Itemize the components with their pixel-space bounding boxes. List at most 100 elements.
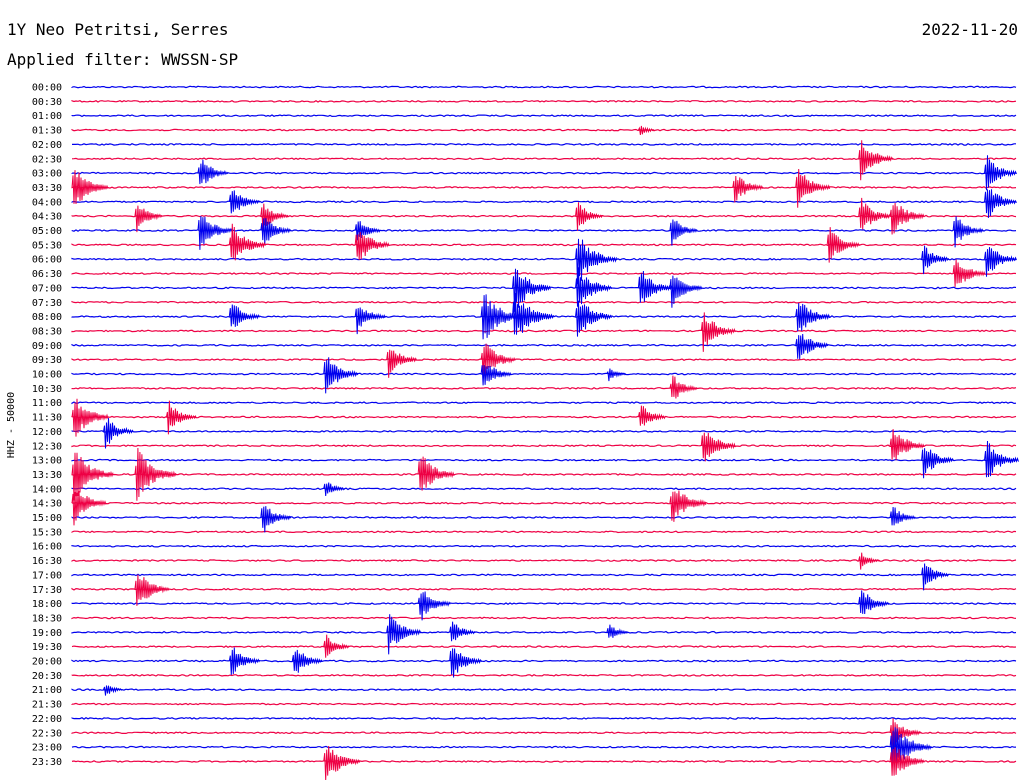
event-burst: [700, 432, 736, 462]
trace-row: [71, 716, 1017, 720]
trace-row: [71, 272, 1017, 275]
trace-row: [71, 673, 1017, 677]
event-burst: [260, 218, 292, 245]
row-label: 15:00: [32, 513, 62, 524]
row-label: 09:30: [32, 355, 62, 366]
event-burst: [134, 205, 163, 233]
trace-row: [71, 487, 1017, 491]
row-label: 22:30: [32, 728, 62, 739]
event-burst: [228, 647, 260, 675]
row-label: 09:00: [32, 341, 62, 352]
row-label: 14:30: [32, 499, 62, 510]
trace-row: [71, 343, 1017, 347]
trace-row: [71, 386, 1017, 390]
row-label: 06:00: [32, 255, 62, 266]
trace-row: [71, 142, 1016, 146]
row-label: 10:00: [32, 370, 62, 381]
trace-row: [71, 616, 1017, 620]
row-label: 03:00: [32, 169, 62, 180]
trace-row: [71, 530, 1017, 534]
event-burst: [669, 219, 698, 246]
row-label: 13:00: [32, 456, 62, 467]
event-burst: [386, 614, 422, 655]
row-label: 02:30: [32, 154, 62, 165]
event-burst: [637, 270, 673, 303]
trace-row: [71, 645, 1017, 648]
trace-row: [71, 688, 1017, 692]
trace-row: [71, 544, 1017, 548]
trace-row: [71, 243, 1017, 247]
event-burst: [197, 159, 229, 185]
event-burst: [71, 170, 109, 205]
trace-row: [71, 587, 1017, 591]
trace-row: [71, 745, 1017, 749]
row-label: 00:00: [32, 83, 62, 94]
event-burst: [575, 202, 603, 231]
event-burst: [984, 189, 1017, 218]
event-burst: [228, 304, 260, 327]
event-burst: [323, 482, 346, 497]
event-burst: [732, 175, 764, 203]
row-label: 22:00: [32, 714, 62, 725]
row-label: 01:00: [32, 111, 62, 122]
trace-row: [71, 99, 1017, 103]
event-burst: [606, 368, 627, 382]
trace-row: [71, 358, 1017, 361]
trace-row: [71, 430, 1017, 433]
trace-row: [71, 659, 1017, 663]
row-label: 15:30: [32, 527, 62, 538]
trace-row: [71, 200, 1017, 204]
event-burst: [858, 552, 881, 570]
trace-row: [71, 630, 1017, 634]
event-burst: [921, 563, 950, 591]
event-burst: [669, 375, 698, 399]
row-label: 07:30: [32, 298, 62, 309]
event-burst: [165, 400, 197, 435]
row-label: 19:30: [32, 642, 62, 653]
event-burst: [354, 307, 386, 335]
event-burst: [323, 634, 350, 658]
row-label: 16:00: [32, 542, 62, 553]
event-burst: [889, 506, 916, 526]
row-label: 12:30: [32, 441, 62, 452]
event-burst: [637, 405, 666, 426]
row-label: 11:00: [32, 398, 62, 409]
event-burst: [71, 491, 107, 526]
event-burst: [952, 216, 984, 248]
event-burst: [921, 448, 955, 479]
event-burst: [606, 624, 629, 638]
trace-row: [71, 702, 1017, 706]
trace-row: [71, 257, 1017, 261]
row-label: 20:00: [32, 657, 62, 668]
row-label: 23:30: [32, 757, 62, 768]
event-burst: [291, 649, 323, 673]
row-label: 13:30: [32, 470, 62, 481]
event-burst: [228, 190, 260, 214]
trace-row: [71, 128, 1017, 132]
event-burst: [795, 303, 831, 332]
row-label: 08:00: [32, 312, 62, 323]
helicorder-plot: 00:00 00:30 01:00 01:30 02:00 02:30 03:00 03:30…: [6, 83, 1019, 780]
event-burst: [260, 506, 292, 533]
event-burst: [134, 447, 177, 501]
row-label: 14:00: [32, 484, 62, 495]
trace-row: [71, 501, 1017, 505]
event-burst: [984, 440, 1019, 478]
row-label: 04:00: [32, 197, 62, 208]
row-label: 18:30: [32, 613, 62, 624]
trace-row: [71, 415, 1017, 419]
event-burst: [103, 685, 123, 696]
trace-row: [71, 186, 1017, 189]
event-burst: [449, 621, 476, 642]
row-label: 18:00: [32, 599, 62, 610]
row-label: 04:30: [32, 212, 62, 223]
row-label: 11:30: [32, 413, 62, 424]
row-label: 10:30: [32, 384, 62, 395]
event-burst: [984, 247, 1017, 277]
event-burst: [354, 231, 390, 261]
row-label: 17:00: [32, 570, 62, 581]
row-label: 01:30: [32, 126, 62, 137]
row-label: 07:00: [32, 283, 62, 294]
event-burst: [984, 155, 1017, 191]
event-burst: [795, 333, 829, 360]
